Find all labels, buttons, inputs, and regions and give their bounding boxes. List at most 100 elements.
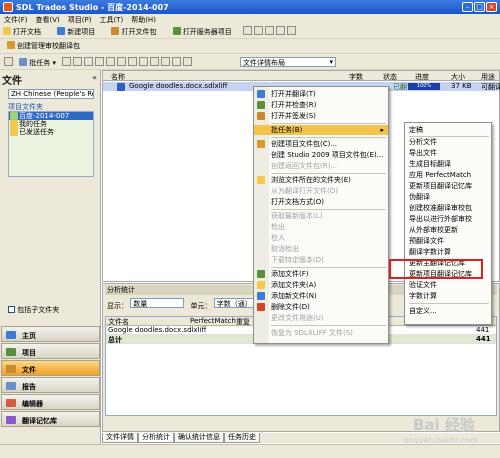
collapse-icon[interactable]: « [92, 73, 97, 82]
submenu-custom[interactable]: 自定义... [405, 306, 491, 316]
menu-change-usage[interactable]: 更改文件用途(U) [254, 313, 388, 323]
col-words[interactable]: 字数 [349, 72, 363, 82]
menu-check-out[interactable]: 检出 [254, 222, 388, 232]
tool-icon-2[interactable] [73, 57, 83, 66]
menu-add-folder[interactable]: 添加文件夹(A) [254, 280, 388, 290]
menu-delete-file[interactable]: 删除文件(D) [254, 302, 388, 312]
tool-icon-9[interactable] [150, 57, 160, 66]
tab-confirmation[interactable]: 确认统计信息 [174, 433, 224, 443]
menu-create-package[interactable]: 创建项目文件包(C)... [254, 139, 388, 149]
submenu-perfectmatch[interactable]: 应用 PerfectMatch [405, 170, 491, 180]
nav-projects[interactable]: 项目 [1, 343, 100, 359]
menu-help[interactable]: 帮助(H) [127, 14, 160, 25]
include-subfolders[interactable]: 包括子文件夹 [8, 305, 59, 315]
col-size[interactable]: 大小 [451, 72, 465, 82]
close-icon[interactable]: × [486, 2, 497, 12]
watermark-url: jingyan.baidu.com [404, 436, 478, 445]
menu-project[interactable]: 项目(P) [64, 14, 96, 25]
submenu-analyze[interactable]: 分析文件 [405, 137, 491, 147]
menu-add-new-file[interactable]: 添加新文件(N) [254, 291, 388, 301]
checkbox-icon[interactable] [8, 306, 15, 313]
tree-item-sent-tasks[interactable]: 已发送任务 [9, 128, 93, 136]
menu-batch-tasks[interactable]: 批任务(B) ▸ [254, 125, 388, 135]
tool-icon-6[interactable] [117, 57, 127, 66]
display-dropdown[interactable]: 数量 [130, 298, 185, 308]
tab-analysis[interactable]: 分析统计 [138, 433, 174, 443]
title-bar: SDL Trados Studio - 百度-2014-007 [0, 0, 500, 14]
open-package-button[interactable]: 打开文件包 [108, 26, 159, 38]
toolbar-icon-c[interactable] [264, 26, 274, 35]
minimize-icon[interactable]: – [462, 2, 473, 12]
tool-icon-1[interactable] [62, 57, 72, 66]
maximize-icon[interactable]: □ [474, 2, 485, 12]
menu-revert-sdlxliff[interactable]: 恢复为 SDLXLIFF 文件(S) [254, 328, 388, 338]
tool-icon-12[interactable] [183, 57, 193, 66]
nav-home[interactable]: 主页 [1, 326, 100, 342]
col-progress[interactable]: 进度 [415, 72, 429, 82]
tree-item-my-tasks[interactable]: 我的任务 [9, 120, 93, 128]
open-icon[interactable] [4, 57, 13, 66]
submenu-update-from-review[interactable]: 从外部审校更新 [405, 225, 491, 235]
submenu-update-project-tm[interactable]: 更新项目翻译记忆库 [405, 181, 491, 191]
submenu-export-external-review[interactable]: 导出以进行外部审校 [405, 214, 491, 224]
open-document-button[interactable]: 打开文档 [0, 26, 44, 38]
toolbar-icon-e[interactable] [286, 26, 296, 35]
tree-item-project[interactable]: 百度-2014-007 [9, 112, 93, 120]
toolbar-icon-d[interactable] [275, 26, 285, 35]
menu-create-2009-package[interactable]: 创建 Studio 2009 项目文件包(E)... [254, 150, 388, 160]
submenu-translation-count[interactable]: 翻译字数计算 [405, 247, 491, 257]
nav-reports[interactable]: 报告 [1, 377, 100, 393]
tool-icon-10[interactable] [161, 57, 171, 66]
submenu-create-review-package[interactable]: 创建校准翻译审校包 [405, 203, 491, 213]
tool-icon-3[interactable] [84, 57, 94, 66]
menu-file[interactable]: 文件(F) [0, 14, 32, 25]
menu-create-return-package[interactable]: 创建返回文件包(R)... [254, 161, 388, 171]
col-name[interactable]: 名称 [111, 72, 125, 82]
menu-separator [271, 325, 386, 326]
submenu-verify[interactable]: 验证文件 [405, 280, 491, 290]
menu-separator [271, 209, 386, 210]
menu-download-version[interactable]: 下载特定版本(D) [254, 255, 388, 265]
submenu-finalize[interactable]: 定稿 [405, 125, 491, 135]
tool-icon-11[interactable] [172, 57, 182, 66]
submenu-pretranslate[interactable]: 预翻译文件 [405, 236, 491, 246]
nav-files[interactable]: 文件 [1, 360, 100, 376]
menu-undo-check-out[interactable]: 取消检出 [254, 244, 388, 254]
menu-browse-folder[interactable]: 浏览文件所在的文件夹(E) [254, 175, 388, 185]
menu-check-in[interactable]: 检入 [254, 233, 388, 243]
create-review-package-button[interactable]: 创建管理审校翻译包 [4, 40, 83, 52]
tool-icon-8[interactable] [139, 57, 149, 66]
tool-icon-5[interactable] [106, 57, 116, 66]
toolbar-icon-b[interactable] [253, 26, 263, 35]
submenu-pseudo-translate[interactable]: 伪翻译 [405, 192, 491, 202]
toolbar-icon-a[interactable] [242, 26, 252, 35]
submenu-export[interactable]: 导出文件 [405, 148, 491, 158]
tab-task-history[interactable]: 任务历史 [224, 433, 260, 443]
new-project-button[interactable]: 新建项目 [54, 26, 98, 38]
tool-icon-4[interactable] [95, 57, 105, 66]
menu-open-review[interactable]: 打开并检查(R) [254, 100, 388, 110]
menu-tools[interactable]: 工具(T) [95, 14, 127, 25]
nav-editor[interactable]: 编辑器 [1, 394, 100, 410]
unit-dropdown[interactable]: 字数（通） [213, 298, 258, 308]
submenu-word-count[interactable]: 字数计算 [405, 291, 491, 301]
tab-file-details[interactable]: 文件详情 [102, 433, 138, 443]
language-dropdown[interactable]: ZH Chinese (People's Repu [8, 89, 94, 99]
col-status[interactable]: 状态 [383, 72, 397, 82]
menu-get-latest[interactable]: 获取最新版本(L) [254, 211, 388, 221]
menu-open-with[interactable]: 打开文档方式(O) [254, 197, 388, 207]
menu-open-signoff[interactable]: 打开并签发(S) [254, 111, 388, 121]
nav-translation-memory[interactable]: 翻译记忆库 [1, 411, 100, 427]
file-size: 37 KB [451, 82, 472, 90]
menu-open-from-translation[interactable]: 从为翻译打开文件(O) [254, 186, 388, 196]
home-icon [6, 331, 16, 339]
menu-view[interactable]: 查看(V) [32, 14, 64, 25]
col-usage[interactable]: 用途 [481, 72, 495, 82]
layout-dropdown[interactable]: 文件详情布局 ▾ [240, 57, 336, 67]
submenu-generate-target[interactable]: 生成目标翻译 [405, 159, 491, 169]
tool-icon-7[interactable] [128, 57, 138, 66]
open-server-project-button[interactable]: 打开服务器项目 [170, 26, 235, 38]
batch-tasks-button[interactable]: 批任务 ▾ [16, 57, 59, 69]
menu-add-files[interactable]: 添加文件(F) [254, 269, 388, 279]
menu-open-translate[interactable]: 打开并翻译(T) [254, 89, 388, 99]
